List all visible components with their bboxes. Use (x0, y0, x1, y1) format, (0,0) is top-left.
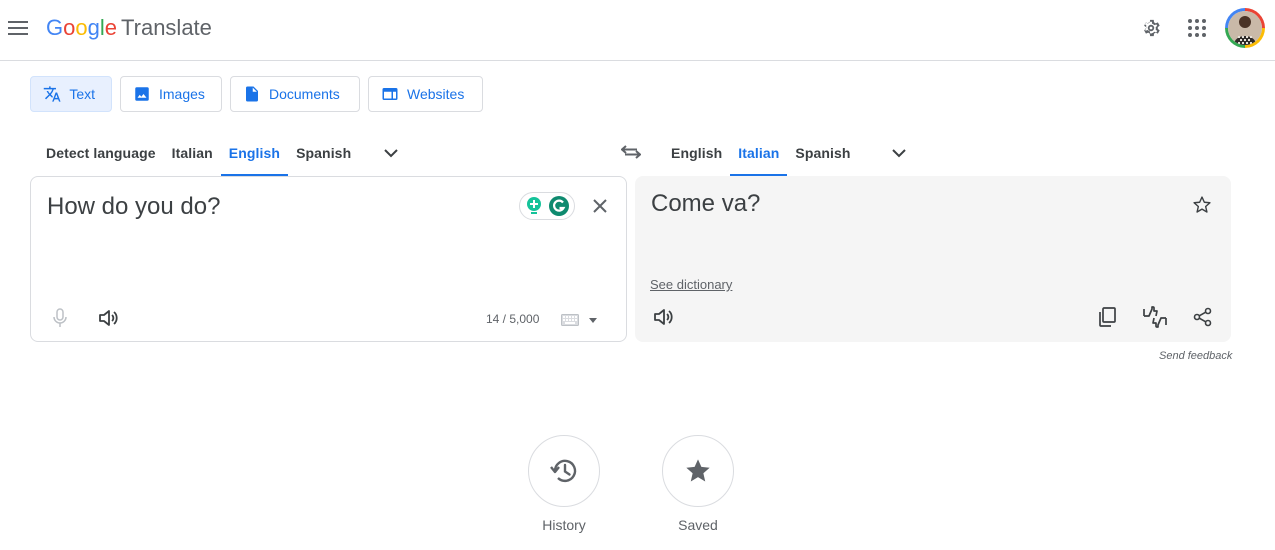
target-lang-english-tab[interactable]: English (663, 130, 730, 176)
mode-text-button[interactable]: Text (30, 76, 112, 112)
speaker-icon (99, 310, 118, 326)
translation-text: Come va? (651, 190, 761, 217)
mode-websites-label: Websites (407, 86, 465, 102)
settings-button[interactable] (1137, 14, 1165, 42)
keyboard-icon (561, 314, 579, 326)
document-icon (246, 86, 258, 102)
website-icon (382, 88, 398, 100)
avatar-image (1228, 11, 1262, 45)
character-count: 14 / 5,000 (486, 312, 540, 326)
voice-input-button[interactable] (47, 305, 73, 331)
source-text-panel: How do you do? 14 / 5,000 (30, 176, 627, 342)
share-translation-button[interactable] (1190, 304, 1216, 330)
source-lang-italian-tab[interactable]: Italian (164, 130, 221, 176)
speaker-icon (654, 309, 673, 325)
mode-selector: Text Images Documents Websites (30, 76, 483, 112)
mode-images-button[interactable]: Images (120, 76, 222, 112)
history-icon (550, 459, 577, 483)
grammarly-icon (549, 196, 569, 216)
menu-icon (8, 21, 28, 35)
microphone-icon (53, 308, 67, 327)
lightbulb-icon (527, 197, 541, 214)
product-name: Translate (121, 15, 212, 40)
rate-translation-button[interactable] (1142, 304, 1168, 330)
mode-documents-button[interactable]: Documents (230, 76, 360, 112)
mode-images-label: Images (159, 86, 205, 102)
copy-translation-button[interactable] (1094, 304, 1120, 330)
history-label: History (542, 517, 586, 533)
source-text-input[interactable]: How do you do? (47, 191, 220, 223)
share-icon (1193, 307, 1212, 327)
mode-documents-label: Documents (269, 86, 340, 102)
account-avatar[interactable] (1225, 8, 1265, 48)
mode-websites-button[interactable]: Websites (368, 76, 483, 112)
swap-languages-button[interactable] (616, 137, 646, 167)
detect-language-tab[interactable]: Detect language (38, 130, 164, 176)
target-lang-spanish-tab[interactable]: Spanish (787, 130, 858, 176)
swap-icon (621, 145, 641, 159)
listen-translation-button[interactable] (650, 304, 676, 330)
translation-panel: Come va? See dictionary (635, 176, 1231, 342)
apps-button[interactable] (1183, 14, 1211, 42)
source-lang-spanish-tab[interactable]: Spanish (288, 130, 359, 176)
star-outline-icon (1193, 196, 1211, 213)
settings-icon (1144, 19, 1160, 37)
target-lang-italian-tab[interactable]: Italian (730, 130, 788, 176)
image-icon (135, 87, 149, 101)
menu-button[interactable] (4, 12, 32, 44)
caret-down-icon (589, 317, 597, 323)
grammarly-widget[interactable] (519, 192, 575, 220)
google-logo: Google (46, 15, 118, 40)
source-language-bar: Detect language Italian English Spanish (38, 130, 411, 176)
send-feedback-link[interactable]: Send feedback (1159, 350, 1232, 362)
app-header: Google Translate (0, 0, 1275, 61)
see-dictionary-link[interactable]: See dictionary (650, 277, 732, 292)
save-translation-button[interactable] (1189, 192, 1215, 218)
history-button[interactable]: History (528, 435, 600, 533)
listen-source-button[interactable] (95, 305, 121, 331)
clear-source-button[interactable] (587, 193, 613, 219)
target-lang-more-button[interactable] (879, 130, 919, 176)
apps-icon (1188, 19, 1206, 37)
chevron-down-icon (891, 148, 906, 157)
close-icon (593, 199, 607, 213)
source-lang-more-button[interactable] (371, 130, 411, 176)
saved-label: Saved (678, 517, 718, 533)
star-filled-icon (686, 459, 710, 482)
input-tools-button[interactable] (561, 311, 605, 329)
chevron-down-icon (384, 148, 398, 157)
mode-text-label: Text (69, 86, 95, 102)
target-language-bar: English Italian Spanish (663, 130, 919, 176)
app-logo[interactable]: Google Translate (46, 14, 212, 42)
thumbs-up-down-icon (1143, 306, 1167, 328)
translate-icon (43, 86, 61, 102)
copy-icon (1099, 307, 1116, 327)
saved-button[interactable]: Saved (662, 435, 734, 533)
source-lang-english-tab[interactable]: English (220, 130, 289, 176)
